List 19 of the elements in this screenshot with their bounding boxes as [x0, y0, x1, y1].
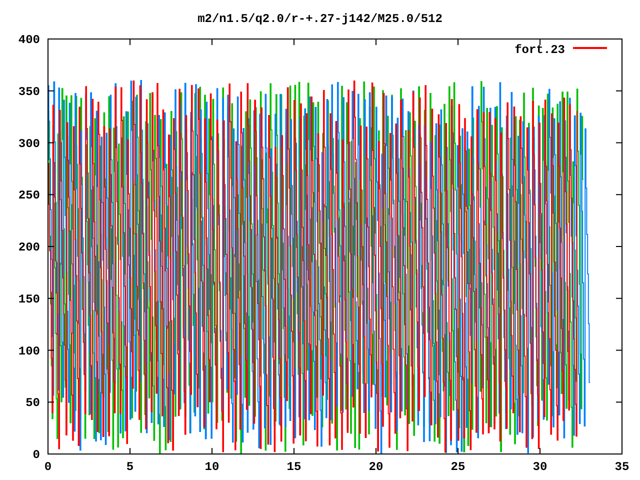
y-tick-label: 300 [18, 136, 40, 151]
y-tick-label: 250 [18, 188, 40, 203]
x-tick-label: 30 [532, 460, 548, 474]
x-tick-label: 35 [614, 460, 630, 474]
y-tick-label: 100 [18, 344, 40, 358]
y-tick-label: 50 [26, 396, 40, 410]
x-tick-label: 25 [450, 460, 466, 474]
y-tick-label: 400 [18, 33, 40, 47]
y-tick-label: 0 [32, 448, 40, 462]
y-tick-label: 350 [18, 84, 40, 99]
x-tick-label: 0 [44, 460, 52, 474]
x-tick-label: 10 [204, 460, 220, 474]
y-tick-label: 150 [18, 292, 40, 306]
y-tick-label: 200 [18, 240, 40, 254]
x-tick-label: 5 [126, 460, 134, 474]
legend-label: fort.23 [514, 43, 565, 57]
x-tick-label: 20 [368, 460, 384, 474]
chart-title: m2/n1.5/q2.0/r-+.27-j142/M25.0/512 [198, 12, 442, 26]
x-tick-label: 15 [286, 460, 302, 474]
